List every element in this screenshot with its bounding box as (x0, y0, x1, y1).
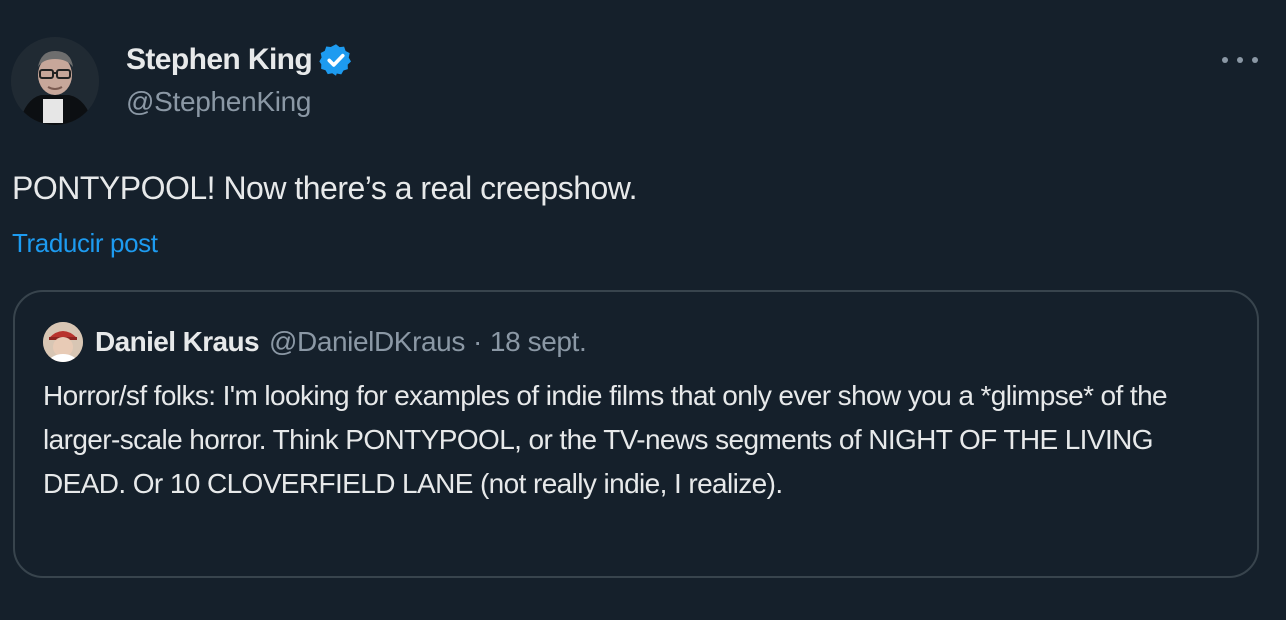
quoted-author-display-name[interactable]: Daniel Kraus (95, 326, 260, 358)
quoted-header-separator: · (472, 326, 482, 357)
tweet-card: Stephen King @StephenKing PONTYPOOL! Now… (0, 0, 1286, 620)
more-dot (1237, 57, 1243, 63)
author-display-name[interactable]: Stephen King (126, 43, 313, 77)
author-info: Stephen King @StephenKing (126, 38, 354, 118)
quoted-author-avatar[interactable] (43, 322, 83, 362)
quoted-tweet-date[interactable]: 18 sept. (490, 326, 587, 358)
tweet-text: PONTYPOOL! Now there’s a real creepshow. (12, 170, 638, 206)
quoted-tweet[interactable]: Daniel Kraus @DanielDKraus · 18 sept. Ho… (13, 290, 1259, 578)
avatar-photo (11, 37, 99, 125)
quoted-tweet-header: Daniel Kraus @DanielDKraus · 18 sept. (43, 322, 587, 362)
author-avatar[interactable] (11, 37, 99, 125)
quoted-avatar-photo (43, 322, 83, 362)
author-name-row: Stephen King (126, 38, 354, 82)
quoted-author-handle[interactable]: @DanielDKraus (269, 326, 465, 358)
author-handle[interactable]: @StephenKing (126, 86, 354, 118)
more-dots-icon[interactable] (1222, 48, 1258, 72)
more-dot (1252, 57, 1258, 63)
more-dot (1222, 57, 1228, 63)
quoted-tweet-text: Horror/sf folks: I'm looking for example… (43, 380, 1168, 499)
translate-post-link[interactable]: Traducir post (12, 228, 158, 259)
verified-badge-icon[interactable] (318, 42, 354, 78)
